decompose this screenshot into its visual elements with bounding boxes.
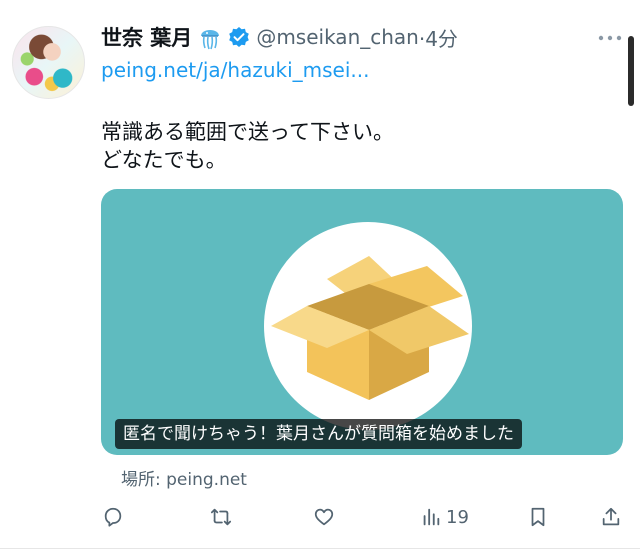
- views-count: 19: [446, 506, 469, 528]
- divider: [0, 548, 640, 549]
- bookmark-icon: [531, 507, 545, 527]
- action-bar: 19: [0, 500, 640, 536]
- card-caption: 匿名で聞けちゃう！葉月さんが質問箱を始めました: [115, 419, 522, 449]
- like-button[interactable]: [313, 506, 335, 528]
- retweet-icon: [210, 508, 232, 526]
- share-icon: [602, 507, 620, 526]
- retweet-button[interactable]: [210, 506, 232, 528]
- views-button[interactable]: 19: [420, 506, 469, 528]
- reply-button[interactable]: [102, 506, 124, 528]
- tweet-text-line: 常識ある範囲で送って下さい。: [101, 120, 394, 144]
- bookmark-button[interactable]: [527, 506, 549, 528]
- like-icon: [314, 508, 334, 526]
- jellyfish-icon: [198, 24, 222, 50]
- avatar[interactable]: [12, 26, 85, 99]
- card-source[interactable]: 場所: peing.net: [121, 465, 247, 490]
- tweet[interactable]: 世奈 葉月 @mseikan_chan ·4分 peing.net/ja/haz…: [0, 0, 640, 553]
- scrollbar[interactable]: [628, 36, 634, 106]
- tweet-time[interactable]: ·4分: [419, 23, 458, 52]
- tweet-link[interactable]: peing.net/ja/hazuki_msei...: [101, 58, 369, 82]
- link-card[interactable]: 匿名で聞けちゃう！葉月さんが質問箱を始めました: [101, 189, 623, 455]
- author-handle[interactable]: @mseikan_chan: [256, 25, 419, 49]
- tweet-text-line: どなたでも。: [101, 148, 227, 172]
- reply-icon: [104, 507, 122, 527]
- tweet-header: 世奈 葉月 @mseikan_chan ·4分: [101, 22, 458, 52]
- views-icon: [423, 508, 440, 526]
- verified-badge-icon: [228, 26, 250, 48]
- more-options-icon[interactable]: [597, 30, 623, 44]
- share-button[interactable]: [600, 506, 622, 528]
- tweet-text: 常識ある範囲で送って下さい。 どなたでも。: [101, 118, 394, 174]
- box-illustration: [271, 256, 469, 400]
- author-name[interactable]: 世奈 葉月: [101, 22, 192, 52]
